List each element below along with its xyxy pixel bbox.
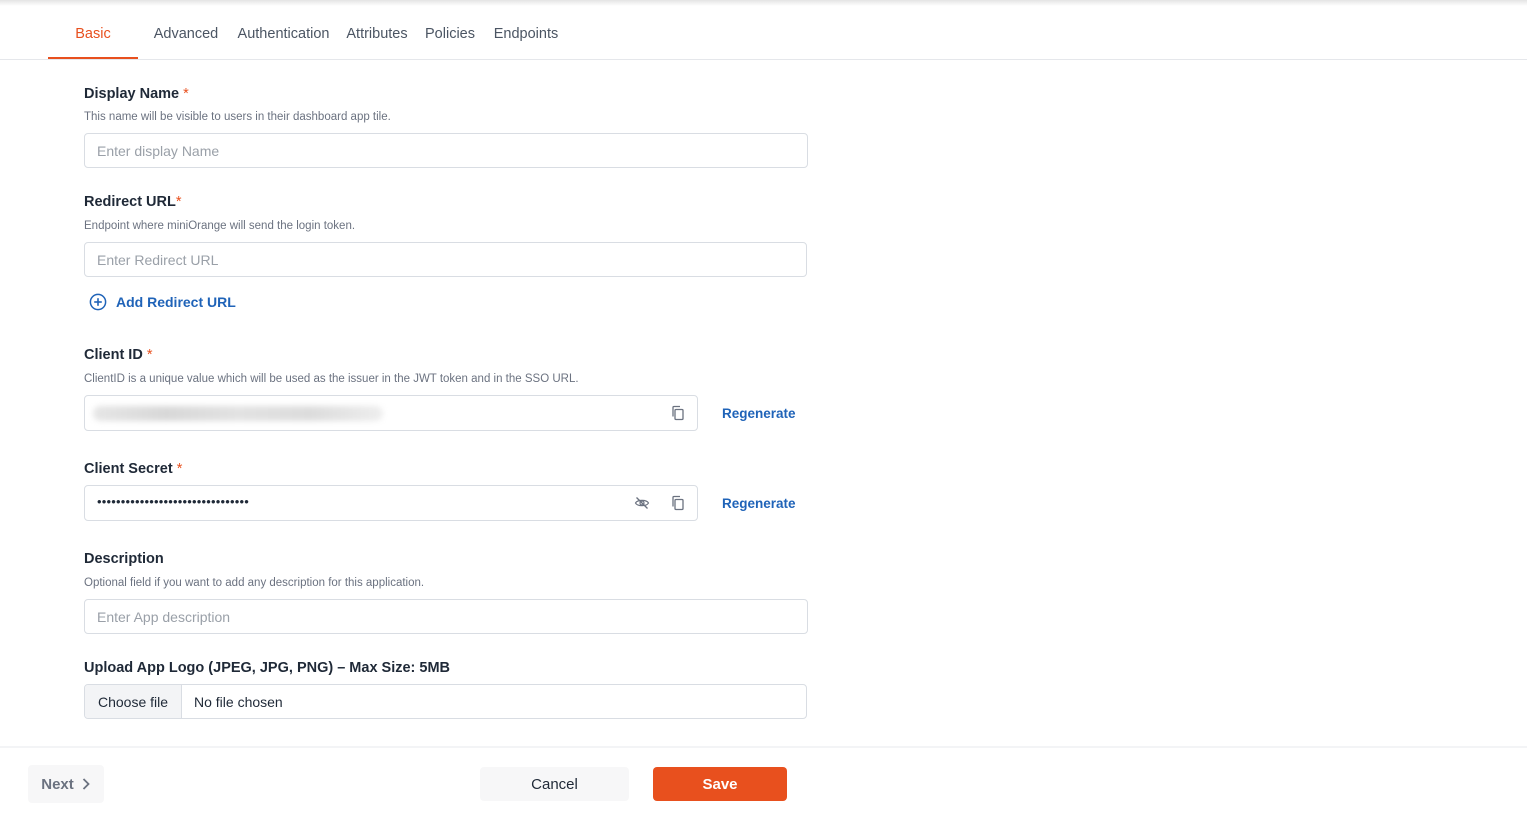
display-name-label-text: Display Name — [84, 86, 180, 102]
tab-endpoints[interactable]: Endpoints — [483, 14, 569, 59]
chevron-right-icon — [82, 778, 90, 790]
add-redirect-url-button[interactable]: Add Redirect URL — [89, 293, 236, 311]
tabs-divider — [0, 59, 1527, 60]
redirect-url-label-text: Redirect URL — [84, 194, 176, 210]
tab-policies[interactable]: Policies — [418, 14, 482, 59]
tab-authentication[interactable]: Authentication — [231, 14, 336, 59]
client-id-regenerate-button[interactable]: Regenerate — [722, 406, 796, 421]
client-id-label-text: Client ID — [84, 347, 143, 363]
tab-attributes[interactable]: Attributes — [337, 14, 417, 59]
next-button[interactable]: Next — [28, 765, 104, 803]
description-label: Description — [84, 551, 164, 567]
tab-advanced[interactable]: Advanced — [142, 14, 230, 59]
copy-icon[interactable] — [670, 495, 686, 511]
next-button-label: Next — [41, 775, 74, 793]
client-secret-masked-value: •••••••••••••••••••••••••••••••• — [97, 494, 250, 509]
logo-file-input[interactable]: Choose file No file chosen — [84, 684, 807, 719]
description-input[interactable] — [84, 599, 808, 634]
cancel-button[interactable]: Cancel — [480, 767, 629, 801]
logo-upload-label: Upload App Logo (JPEG, JPG, PNG) – Max S… — [84, 660, 451, 676]
copy-icon[interactable] — [670, 405, 686, 421]
save-button[interactable]: Save — [653, 767, 787, 801]
display-name-help: This name will be visible to users in th… — [84, 111, 391, 123]
redirect-url-input[interactable] — [84, 242, 807, 277]
display-name-input[interactable] — [84, 133, 808, 168]
client-secret-label-text: Client Secret — [84, 461, 173, 477]
client-secret-regenerate-button[interactable]: Regenerate — [722, 496, 796, 511]
tab-bar: Basic Advanced Authentication Attributes… — [48, 14, 569, 60]
client-secret-label: Client Secret * — [84, 461, 182, 477]
client-id-help: ClientID is a unique value which will be… — [84, 373, 579, 385]
plus-circle-icon — [89, 293, 107, 311]
required-mark: * — [146, 347, 153, 363]
client-id-field[interactable] — [84, 395, 698, 431]
required-mark: * — [175, 194, 182, 210]
client-id-label: Client ID * — [84, 347, 153, 363]
tab-basic[interactable]: Basic — [48, 14, 138, 59]
display-name-label: Display Name * — [84, 86, 189, 102]
file-status: No file chosen — [194, 693, 283, 710]
top-shadow — [0, 0, 1527, 6]
choose-file-button[interactable]: Choose file — [85, 685, 182, 718]
required-mark: * — [176, 461, 183, 477]
eye-off-icon[interactable] — [634, 495, 650, 511]
description-help: Optional field if you want to add any de… — [84, 577, 425, 589]
client-id-value-blurred — [93, 406, 383, 421]
client-secret-field[interactable]: •••••••••••••••••••••••••••••••• — [84, 485, 698, 521]
redirect-url-help: Endpoint where miniOrange will send the … — [84, 220, 356, 232]
footer-divider — [0, 746, 1527, 748]
add-redirect-url-label: Add Redirect URL — [116, 294, 236, 310]
required-mark: * — [183, 86, 189, 102]
redirect-url-label: Redirect URL* — [84, 194, 182, 210]
